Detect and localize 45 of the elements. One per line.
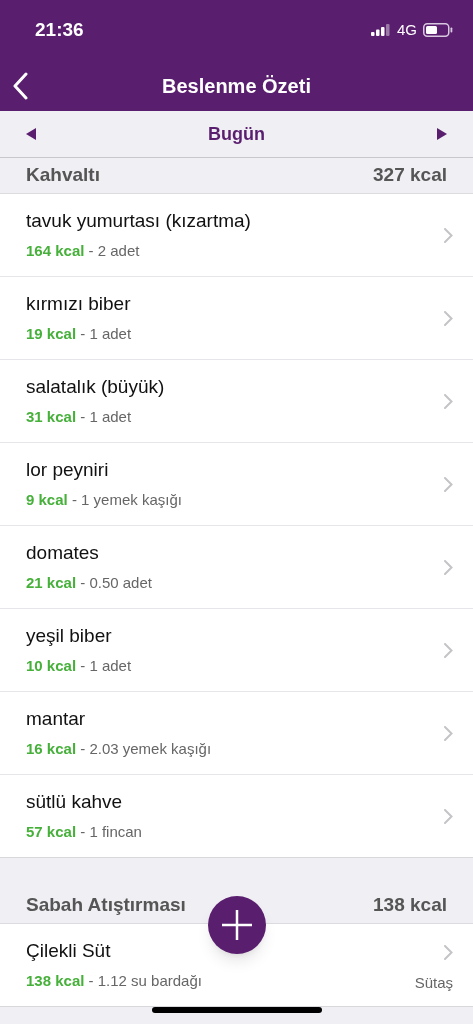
food-name: lor peyniri xyxy=(26,458,110,482)
screen-title: Beslenme Özeti xyxy=(162,73,311,99)
battery-icon xyxy=(423,23,453,37)
chevron-icon xyxy=(444,725,453,741)
network-label: 4G xyxy=(397,19,417,40)
right-triangle-icon xyxy=(437,128,447,140)
food-detail: 138 kcal - 1.12 su bardağı xyxy=(26,972,202,991)
plus-icon xyxy=(222,910,252,940)
next-day-button[interactable] xyxy=(437,128,447,140)
food-name: Çilekli Süt xyxy=(26,939,112,963)
food-detail: 57 kcal - 1 fincan xyxy=(26,823,142,842)
brand-label: Sütaş xyxy=(414,973,453,994)
food-name: domates xyxy=(26,541,100,565)
section-total: 327 kcal xyxy=(373,163,447,188)
food-detail: 10 kcal - 1 adet xyxy=(26,657,132,676)
chevron-icon xyxy=(444,808,453,824)
chevron-icon xyxy=(444,393,453,409)
food-detail: 31 kcal - 1 adet xyxy=(26,408,133,427)
food-name: kırmızı biber xyxy=(26,292,132,316)
back-icon xyxy=(12,72,28,100)
food-name: salatalık (büyük) xyxy=(26,375,165,399)
section-title: Kahvaltı xyxy=(26,163,100,188)
chevron-icon xyxy=(444,559,453,575)
signal-icon xyxy=(371,24,391,36)
food-detail: 16 kcal - 2.03 yemek kaşığı xyxy=(26,740,212,759)
add-button[interactable] xyxy=(208,896,266,954)
previous-day-button[interactable] xyxy=(26,128,36,140)
food-detail: 21 kcal - 0.50 adet xyxy=(26,574,152,593)
food-name: mantar xyxy=(26,707,87,731)
food-name: tavuk yumurtası (kızartma) xyxy=(26,209,251,233)
chevron-icon xyxy=(444,642,453,658)
chevron-icon xyxy=(444,310,453,326)
food-detail: 164 kcal - 2 adet xyxy=(26,242,141,261)
chevron-icon xyxy=(444,476,453,492)
food-detail: 9 kcal - 1 yemek kaşığı xyxy=(26,491,182,510)
food-name: yeşil biber xyxy=(26,624,113,648)
date-label: Bugün xyxy=(208,122,265,146)
section-total: 138 kcal xyxy=(373,893,447,918)
chevron-icon xyxy=(444,945,453,961)
status-time: 21:36 xyxy=(35,17,84,42)
chevron-icon xyxy=(444,227,453,243)
section-title: Sabah Atıştırması xyxy=(26,893,186,918)
food-name: sütlü kahve xyxy=(26,790,124,814)
food-detail: 19 kcal - 1 adet xyxy=(26,325,132,344)
left-triangle-icon xyxy=(26,128,36,140)
